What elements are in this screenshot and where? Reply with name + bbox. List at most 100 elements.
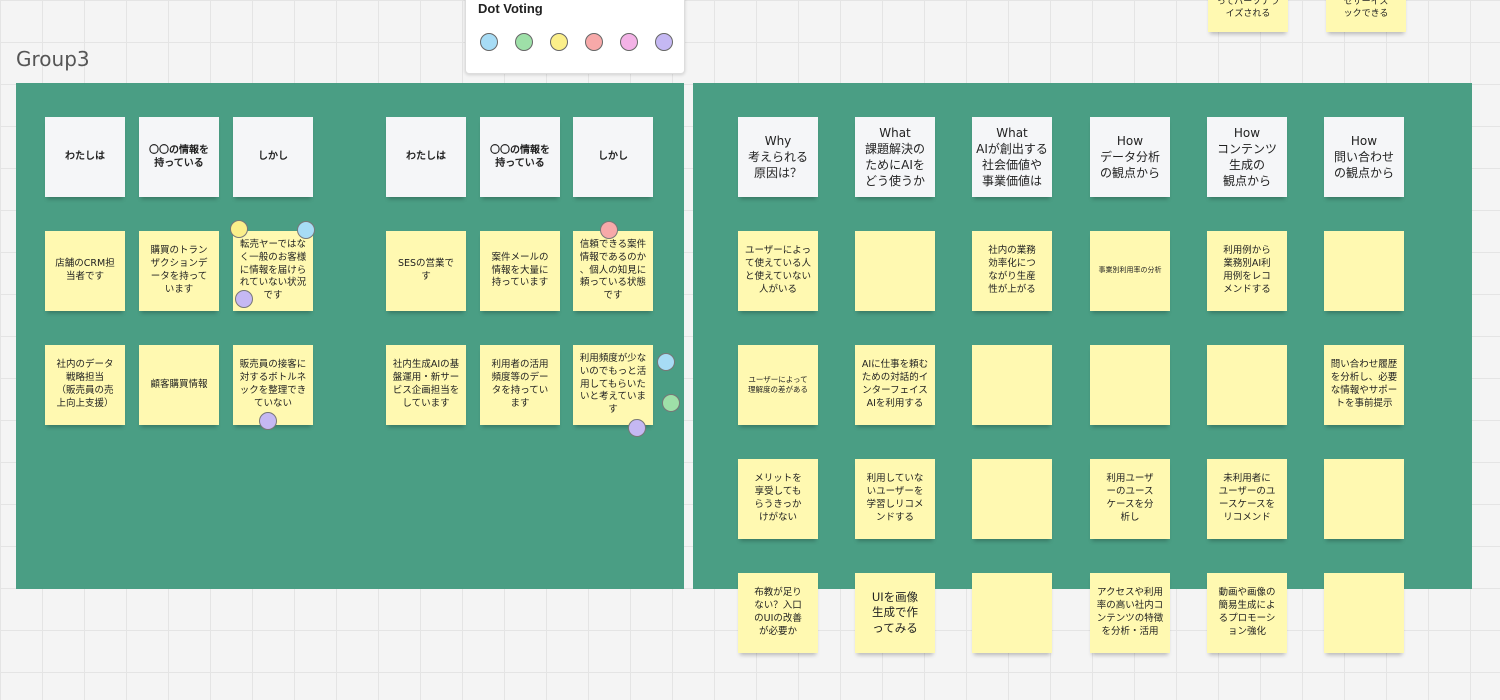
sticky-note[interactable] [972,459,1052,539]
sticky-note-text: How コンテンツ 生成の 観点から [1216,125,1277,189]
vote-dot-option[interactable] [550,33,568,51]
sticky-note-text: 〇〇の情報を 持っている [490,144,550,170]
sticky-note-text: 利用者の活用 頻度等のデー タを持ってい ます [491,359,549,409]
sticky-note[interactable]: ユーザーによっ て使えている人 と使えていない 人がいる [738,231,818,311]
sticky-note[interactable]: 布教が足り ない？入口 のUIの改善 が必要か [738,573,818,653]
sticky-note[interactable]: アクセスや利用 率の高い社内コ ンテンツの特徴 を分析・活用 [1090,573,1170,653]
sticky-note-text: セサーイス ックできる [1343,0,1389,19]
sticky-note[interactable]: 動画や画像の 簡易生成によ るプロモーシ ョン強化 [1207,573,1287,653]
sticky-note[interactable] [972,573,1052,653]
sticky-note[interactable]: 利用ユーザ ーのユース ケースを分 析し [1090,459,1170,539]
sticky-note[interactable]: ってパーソナラ イズされる [1208,0,1288,32]
vote-dot-option[interactable] [620,33,638,51]
sticky-note-text: 布教が足り ない？入口 のUIの改善 が必要か [754,587,802,637]
sticky-note[interactable] [855,231,935,311]
sticky-note-text: 社内生成AIの基 盤運用・新サー ビス企画担当を しています [392,359,460,409]
sticky-note-text: 店舗のCRM担 当者です [55,258,115,282]
sticky-note[interactable]: 利用頻度が少な いのでもっと活 用してもらいた いと考えていま す [573,345,653,425]
sticky-note-text: 信頼できる案件 情報であるのか 、個人の知見に 頼っている状態 です [579,238,647,302]
sticky-note-text: ユーザーによっ て使えている人 と使えていない 人がいる [744,245,812,295]
sticky-note[interactable]: 購買のトラン ザクションデ ータを持って います [139,231,219,311]
sticky-note-text: ってパーソナラ イズされる [1216,0,1280,19]
header-note[interactable]: わたしは [45,117,125,197]
sticky-note-text: UIを画像 生成で作 ってみる [871,589,919,635]
sticky-note-text: Why 考えられる 原因は？ [747,133,808,181]
sticky-note[interactable] [1324,459,1404,539]
sticky-note-text: 利用例から 業務別AI利 用例をレコ メンドする [1223,245,1271,295]
sticky-note-text: 社内の業務 効率化につ ながり生産 性が上がる [988,245,1036,295]
sticky-note-text: 動画や画像の 簡易生成によ るプロモーシ ョン強化 [1218,587,1276,637]
sticky-note[interactable]: 信頼できる案件 情報であるのか 、個人の知見に 頼っている状態 です [573,231,653,311]
vote-dot[interactable] [235,290,253,308]
sticky-note[interactable]: 社内生成AIの基 盤運用・新サー ビス企画担当を しています [386,345,466,425]
vote-dot-option[interactable] [585,33,603,51]
header-note[interactable]: What AIが創出する 社会価値や 事業価値は [972,117,1052,197]
vote-dot[interactable] [259,412,277,430]
sticky-note[interactable] [1324,573,1404,653]
sticky-note[interactable]: ユーザーによって 理解度の差がある [738,345,818,425]
sticky-note-text: 利用頻度が少な いのでもっと活 用してもらいた いと考えていま す [579,352,647,416]
sticky-note-text: 案件メールの 情報を大量に 持っています [491,251,549,289]
vote-dot[interactable] [297,221,315,239]
sticky-note[interactable]: UIを画像 生成で作 ってみる [855,573,935,653]
sticky-note[interactable]: 未利用者に ユーザーのユ ースケースを リコメンド [1207,459,1287,539]
sticky-note-text: 利用していな いユーザーを 学習しリコメ ンドする [866,473,924,523]
dot-voting-title: Dot Voting [478,1,543,16]
sticky-note[interactable] [972,345,1052,425]
sticky-note-text: しかし [258,151,288,163]
sticky-note-text: 購買のトラン ザクションデ ータを持って います [150,245,208,295]
sticky-note-text: メリットを 享受しても らうきっか けがない [754,473,802,523]
sticky-note-text: しかし [598,151,628,163]
sticky-note[interactable] [1090,345,1170,425]
header-note[interactable]: How コンテンツ 生成の 観点から [1207,117,1287,197]
header-note[interactable]: 〇〇の情報を 持っている [139,117,219,197]
sticky-note[interactable]: セサーイス ックできる [1326,0,1406,32]
header-note[interactable]: How データ分析 の観点から [1090,117,1170,197]
header-note[interactable]: 〇〇の情報を 持っている [480,117,560,197]
vote-dot-option[interactable] [655,33,673,51]
sticky-note-text: 問い合わせ履歴 を分析し、必要 な情報やサポー トを事前提示 [1330,359,1398,409]
vote-dot-option[interactable] [480,33,498,51]
sticky-note-text: What 課題解決の ためにAIを どう使うか [864,125,925,189]
sticky-note-text: 顧客購買情報 [150,378,208,390]
sticky-note[interactable]: 社内の業務 効率化につ ながり生産 性が上がる [972,231,1052,311]
header-note[interactable]: わたしは [386,117,466,197]
sticky-note-text: What AIが創出する 社会価値や 事業価値は [976,125,1048,189]
sticky-note[interactable]: 利用していな いユーザーを 学習しリコメ ンドする [855,459,935,539]
header-note[interactable]: Why 考えられる 原因は？ [738,117,818,197]
header-note[interactable]: しかし [573,117,653,197]
sticky-note-text: わたしは [65,151,105,163]
sticky-note[interactable] [1324,231,1404,311]
sticky-note[interactable]: 顧客購買情報 [139,345,219,425]
sticky-note-text: 事業別利用率の分析 [1098,266,1162,275]
sticky-note[interactable]: 店舗のCRM担 当者です [45,231,125,311]
dot-voting-panel: Dot Voting [465,0,685,74]
sticky-note[interactable]: AIに仕事を頼む ための対話的イ ンターフェイス AIを利用する [855,345,935,425]
sticky-note[interactable]: 事業別利用率の分析 [1090,231,1170,311]
sticky-note[interactable]: 問い合わせ履歴 を分析し、必要 な情報やサポー トを事前提示 [1324,345,1404,425]
vote-dot[interactable] [600,221,618,239]
sticky-note[interactable]: メリットを 享受しても らうきっか けがない [738,459,818,539]
vote-dot-option[interactable] [515,33,533,51]
sticky-note[interactable]: 利用者の活用 頻度等のデー タを持ってい ます [480,345,560,425]
sticky-note-text: 社内のデータ 戦略担当 （販売員の売 上向上支援） [56,359,114,409]
sticky-note-text: How データ分析 の観点から [1099,133,1160,181]
sticky-note[interactable]: 社内のデータ 戦略担当 （販売員の売 上向上支援） [45,345,125,425]
header-note[interactable]: How 問い合わせ の観点から [1324,117,1404,197]
sticky-note[interactable]: SESの営業で す [386,231,466,311]
sticky-note[interactable]: 案件メールの 情報を大量に 持っています [480,231,560,311]
sticky-note[interactable] [1207,345,1287,425]
sticky-note-text: わたしは [406,151,446,163]
sticky-note-text: 〇〇の情報を 持っている [149,144,209,170]
sticky-note[interactable]: 利用例から 業務別AI利 用例をレコ メンドする [1207,231,1287,311]
sticky-note-text: 利用ユーザ ーのユース ケースを分 析し [1106,473,1154,523]
header-note[interactable]: What 課題解決の ためにAIを どう使うか [855,117,935,197]
vote-dot[interactable] [657,353,675,371]
vote-dot[interactable] [628,419,646,437]
vote-dot[interactable] [662,394,680,412]
sticky-note-text: How 問い合わせ の観点から [1333,133,1394,181]
vote-dot[interactable] [230,220,248,238]
sticky-note-text: ユーザーによって 理解度の差がある [748,374,808,394]
header-note[interactable]: しかし [233,117,313,197]
sticky-note-text: 未利用者に ユーザーのユ ースケースを リコメンド [1218,473,1276,523]
